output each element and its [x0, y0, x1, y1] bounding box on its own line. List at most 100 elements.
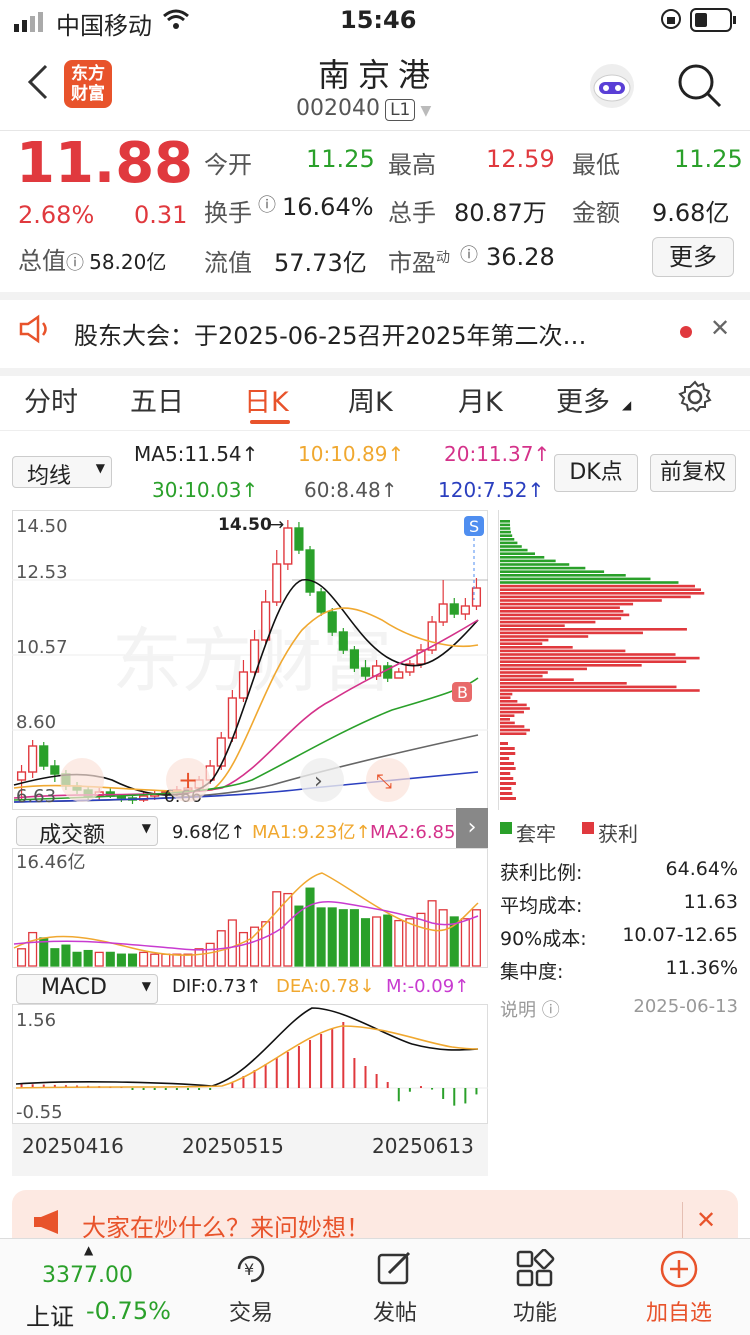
candle-body [360, 667, 371, 677]
chip-row: 获利比例: 64.64% [500, 858, 738, 884]
chip-bar [500, 762, 515, 765]
candle-body [294, 527, 304, 551]
chip-bar [500, 678, 574, 681]
ma20-label: 20:11.37↑ [444, 442, 551, 466]
settings-gear-icon[interactable] [678, 380, 712, 418]
dk-point-button[interactable]: DK点 [554, 454, 638, 492]
dropdown-icon: ▼ [420, 103, 432, 119]
search-icon[interactable] [676, 62, 722, 112]
tab-monthly-k[interactable]: 月K [458, 380, 503, 419]
close-icon[interactable]: ✕ [710, 314, 730, 342]
volume-bar [72, 951, 82, 967]
legend-profit: 获利 [598, 822, 638, 846]
chip-bar [500, 752, 516, 755]
chip-bar [500, 602, 634, 606]
chip-bar [500, 747, 515, 750]
chip-bar [500, 530, 511, 534]
clock: 15:46 [340, 6, 417, 34]
volume-bar [83, 949, 93, 967]
info-icon[interactable]: ⓘ [258, 191, 276, 217]
chip-bar [500, 656, 700, 660]
robot-assistant-icon[interactable] [588, 62, 636, 114]
chip-bar [500, 742, 508, 745]
adjust-button[interactable]: 前复权 [650, 454, 736, 492]
status-bar: 中国移动 15:46 [0, 0, 750, 40]
chip-bar [500, 570, 605, 573]
stock-code-row[interactable]: 002040 L1 ▼ [296, 96, 431, 121]
tab-weekly-k[interactable]: 周K [348, 380, 393, 419]
chip-bar [500, 721, 515, 725]
chip-bar [500, 538, 515, 541]
collapse-panel-button[interactable]: › [456, 808, 488, 848]
chip-bar [500, 552, 535, 555]
volume-bar [150, 953, 160, 967]
more-button[interactable]: 更多 [652, 237, 734, 277]
volume-bar [28, 931, 38, 967]
macd-dropdown[interactable]: MACD ▼ [16, 974, 158, 1004]
nav-trade[interactable]: ¥ 交易 [176, 1249, 326, 1327]
volume-bar [405, 918, 415, 967]
indicator-dropdown[interactable]: 均线 ▼ [12, 456, 112, 489]
float-value: 57.73亿 [274, 249, 367, 277]
trade-icon: ¥ [176, 1249, 326, 1295]
volume-bar [116, 953, 126, 967]
chip-bar [500, 574, 626, 577]
back-button[interactable] [24, 62, 50, 106]
volume-bar [194, 948, 204, 967]
turnover-value: 16.64% [282, 193, 374, 221]
volume-indicator-dropdown[interactable]: 成交额 ▼ [16, 816, 158, 848]
tab-intraday[interactable]: 分时 [24, 380, 78, 419]
chip-bar [500, 638, 549, 642]
change-percent: 2.68% [18, 201, 95, 229]
chip-bar [500, 606, 620, 609]
notice-bar[interactable]: 股东大会：于2025-06-25召开2025年第二次… ✕ [0, 292, 750, 376]
volume-chart: 16.46亿 [12, 848, 488, 968]
chip-bar [500, 520, 510, 523]
candle-body [316, 591, 326, 613]
chip-bar [500, 718, 511, 721]
peak-arrow: → [270, 515, 284, 535]
chip-bar [500, 782, 516, 785]
chip-distribution-chart [498, 510, 705, 810]
tab-five-day[interactable]: 五日 [130, 380, 184, 419]
candle-body [305, 549, 315, 593]
volume-bar [349, 909, 359, 967]
volume-bar [283, 892, 293, 967]
chip-bar [500, 664, 642, 667]
candle-body [349, 649, 359, 669]
chip-bar [500, 703, 527, 707]
tab-more[interactable]: 更多 [556, 380, 610, 419]
chip-bar [500, 728, 530, 732]
zoom-out-icon[interactable] [60, 758, 104, 802]
chip-bar [500, 653, 676, 656]
date-mid: 20250515 [182, 1134, 284, 1158]
ma10-label: 10:10.89↑ [298, 442, 405, 466]
nav-post[interactable]: 发帖 [320, 1249, 470, 1327]
tab-daily-k[interactable]: 日K [244, 380, 289, 419]
volume-bar [438, 909, 448, 967]
pe-info-icon[interactable]: ⓘ [460, 241, 478, 267]
nav-add-watchlist[interactable]: 加自选 [604, 1249, 750, 1327]
nav-functions[interactable]: 功能 [460, 1248, 610, 1327]
index-ticker[interactable]: ▲ 3377.00 上证 -0.75% [0, 1239, 180, 1335]
chip-bar [500, 566, 586, 570]
volume-ma1: MA1:9.23亿↑ [252, 822, 371, 843]
expand-glyph: ⤡ [376, 769, 392, 793]
volume-bar [305, 887, 315, 967]
speaker-icon [18, 314, 54, 348]
chip-bar [500, 777, 514, 780]
chip-bar [500, 682, 627, 685]
signal-icon [14, 10, 46, 38]
chip-bar [500, 767, 516, 770]
banner-close-icon[interactable]: ✕ [696, 1206, 716, 1234]
change-amount: 0.31 [134, 201, 188, 229]
volume-max-label: 16.46亿 [16, 852, 86, 873]
chip-footer: 说明 ⓘ 2025-06-13 [500, 996, 738, 1021]
ma60-label: 60:8.48↑ [304, 478, 398, 502]
chip-bar [500, 710, 524, 714]
kline-chart[interactable]: 东方财富 14.50 12.53 10.57 8.60 6.63 14.50 →… [12, 510, 488, 810]
y-tick-1: 14.50 [16, 516, 68, 537]
tab-indicator [250, 420, 290, 424]
chip-bar [500, 559, 556, 563]
index-name: 上证 [26, 1303, 74, 1331]
